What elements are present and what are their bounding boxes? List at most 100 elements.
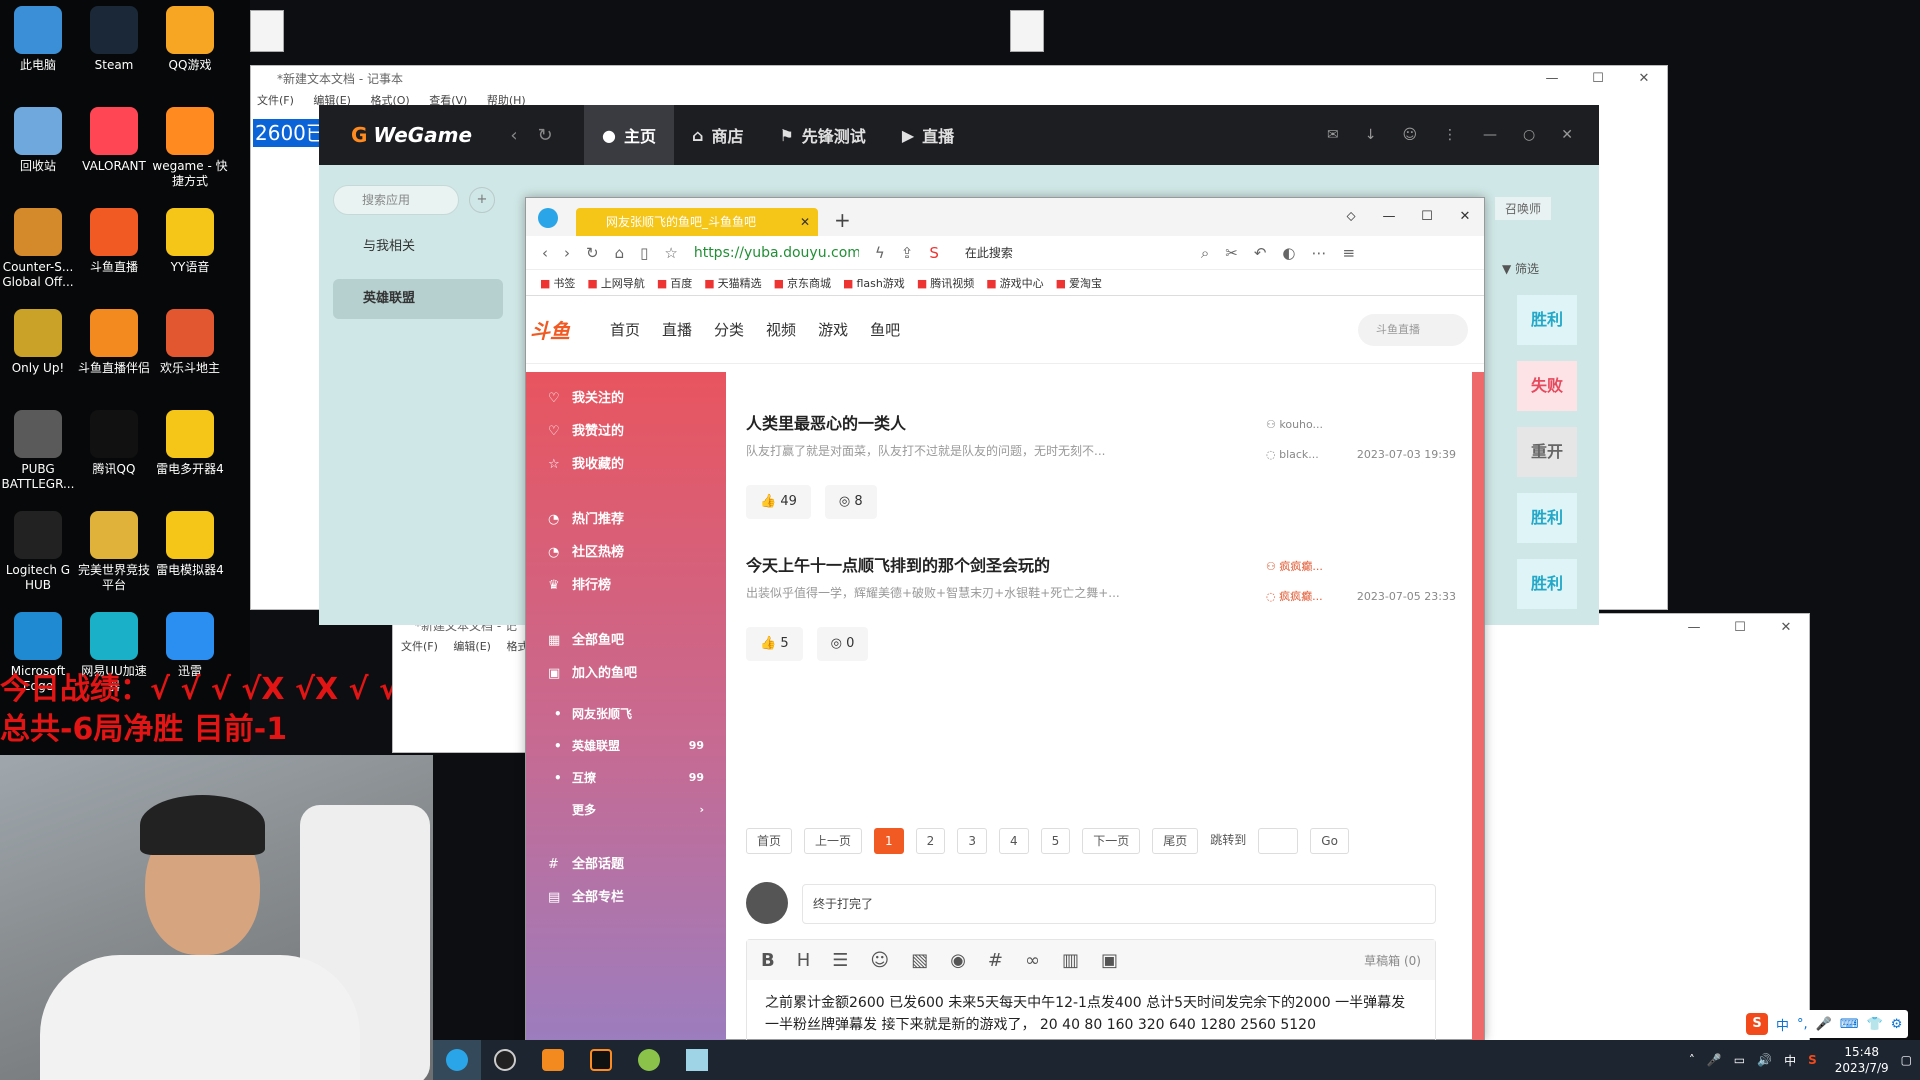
maximize-button[interactable]: ☐ — [1717, 614, 1763, 640]
volume-icon[interactable]: 🔊 — [1757, 1053, 1772, 1067]
page-prev[interactable]: 上一页 — [804, 828, 863, 854]
page-next[interactable]: 下一页 — [1082, 828, 1141, 854]
like-button[interactable]: 👍 49 — [746, 485, 811, 519]
bold-icon[interactable]: B — [761, 950, 775, 971]
link-icon[interactable]: ∞ — [1025, 950, 1040, 971]
camera-icon[interactable]: ◉ — [950, 950, 966, 971]
bookmark-item[interactable]: ■ 京东商城 — [774, 275, 831, 291]
refresh-icon[interactable]: ↻ — [538, 125, 553, 146]
desktop-icon[interactable]: Steam — [76, 0, 152, 73]
desktop-icon[interactable]: YY语音 — [152, 202, 228, 275]
sidebar-item-topics[interactable]: # 全部话题 — [526, 848, 726, 881]
desktop-icon[interactable]: 腾讯QQ — [76, 404, 152, 477]
desktop-icon[interactable]: 斗鱼直播伴侣 — [76, 303, 152, 376]
sidebar-item-columns[interactable]: ▤ 全部专栏 — [526, 881, 726, 914]
menu-edit[interactable]: 编辑(E) — [453, 640, 491, 653]
add-icon[interactable]: + — [469, 187, 495, 213]
drafts-button[interactable]: 草稿箱 (0) — [1364, 952, 1421, 969]
jump-input[interactable] — [1258, 828, 1299, 854]
bookmark-item[interactable]: ■ 百度 — [657, 275, 692, 291]
taskbar-edge-icon[interactable] — [433, 1040, 481, 1080]
sidebar-item-all-yuba[interactable]: ▦ 全部鱼吧 — [526, 624, 726, 657]
address-bar[interactable]: https://yuba.douyu.com — [694, 245, 859, 261]
gift-icon[interactable]: ✉ — [1327, 127, 1339, 143]
notepad-right-window[interactable]: — ☐ ✕ — [1484, 613, 1810, 1043]
more-icon[interactable]: ⋯ — [1312, 244, 1327, 262]
bookmark-item[interactable]: ■ 天猫精选 — [704, 275, 761, 291]
file-icon[interactable] — [1010, 10, 1044, 52]
heading-icon[interactable]: H — [797, 950, 811, 971]
reply-title-input[interactable]: 终于打完了 — [802, 884, 1436, 924]
tab-store[interactable]: ⌂ 商店 — [674, 105, 761, 165]
restore-button[interactable]: ○ — [1523, 127, 1535, 143]
hashtag-icon[interactable]: # — [988, 950, 1003, 971]
night-mode-icon[interactable]: ◐ — [1282, 244, 1295, 262]
match-result[interactable]: 胜利 — [1517, 559, 1577, 609]
minimize-button[interactable]: — — [1370, 198, 1408, 236]
browser-tab[interactable]: 网友张顺飞的鱼吧_斗鱼鱼吧 ✕ — [576, 208, 818, 236]
match-result[interactable]: 胜利 — [1517, 295, 1577, 345]
desktop-icon[interactable]: 完美世界竞技平台 — [76, 505, 152, 593]
back-arrow-icon[interactable]: ‹ — [510, 125, 517, 146]
browser-search-input[interactable]: 在此搜索 — [965, 244, 1185, 261]
close-button[interactable]: ✕ — [1763, 614, 1809, 640]
sidebar-more[interactable]: 更多 › — [526, 794, 726, 826]
bookmark-item[interactable]: ■ 爱淘宝 — [1056, 275, 1102, 291]
notification-icon[interactable]: ▢ — [1901, 1053, 1912, 1067]
sidebar-item-favorites[interactable]: ☆ 我收藏的 — [526, 448, 726, 481]
maximize-button[interactable]: ☐ — [1408, 198, 1446, 236]
desktop-icon[interactable]: QQ游戏 — [152, 0, 228, 73]
chart-icon[interactable]: ▥ — [1062, 950, 1079, 971]
desktop-icon[interactable]: 迅雷 — [152, 606, 228, 679]
editor-content[interactable]: 之前累计金额2600 已发600 未来5天每天中午12-1点发400 总计5天时… — [747, 980, 1435, 1041]
sidebar-item-trending[interactable]: ◔ 社区热榜 — [526, 536, 726, 569]
new-tab-button[interactable]: + — [834, 208, 851, 232]
sidebar-sub-item[interactable]: • 网友张顺飞 — [526, 698, 726, 730]
page-1[interactable]: 1 — [874, 828, 904, 854]
reader-icon[interactable]: ▯ — [640, 244, 648, 262]
page-2[interactable]: 2 — [915, 828, 946, 854]
nav-yuba[interactable]: 鱼吧 — [870, 319, 900, 340]
taskbar-lol-icon[interactable] — [625, 1040, 673, 1080]
more-icon[interactable]: ⋮ — [1443, 127, 1457, 143]
post-author[interactable]: ⚇ kouho... — [1266, 410, 1456, 440]
bookmark-item[interactable]: ■ 游戏中心 — [986, 275, 1043, 291]
close-button[interactable]: ✕ — [1621, 66, 1667, 92]
avatar[interactable] — [746, 882, 788, 924]
filter-button[interactable]: ▼ 筛选 — [1502, 260, 1539, 277]
lightning-icon[interactable]: ϟ — [875, 244, 885, 262]
input-lang[interactable]: 中 — [1784, 1052, 1796, 1069]
forward-icon[interactable]: › — [564, 244, 570, 262]
bookmark-item[interactable]: ■ 书签 — [540, 275, 575, 291]
search-icon[interactable]: ⌕ — [1201, 244, 1209, 262]
nav-game[interactable]: 游戏 — [818, 319, 848, 340]
bookmark-item[interactable]: ■ 上网导航 — [587, 275, 644, 291]
nav-video[interactable]: 视频 — [766, 319, 796, 340]
page-first[interactable]: 首页 — [746, 828, 793, 854]
comment-button[interactable]: ◎ 0 — [816, 627, 869, 661]
network-icon[interactable]: ▭ — [1734, 1053, 1745, 1067]
match-result[interactable]: 失败 — [1517, 361, 1577, 411]
match-result[interactable]: 胜利 — [1517, 493, 1577, 543]
home-icon[interactable]: ⌂ — [615, 244, 625, 262]
desktop-icon[interactable]: Only Up! — [0, 303, 76, 376]
desktop-icon[interactable]: Logitech G HUB — [0, 505, 76, 593]
menu-file[interactable]: 文件(F) — [257, 94, 294, 107]
close-tab-icon[interactable]: ✕ — [800, 208, 810, 236]
desktop-icon[interactable]: 回收站 — [0, 101, 76, 174]
minimize-button[interactable]: — — [1483, 127, 1497, 143]
emoji-icon[interactable]: ☺ — [870, 950, 889, 971]
download-icon[interactable]: ↓ — [1365, 127, 1377, 143]
menu-icon[interactable]: ≡ — [1343, 244, 1356, 262]
desktop-icon[interactable]: Counter-S... Global Off... — [0, 202, 76, 290]
post-editor[interactable]: B H ☰ ☺ ▧ ◉ # ∞ ▥ ▣ 草稿箱 (0) 之前累计金额2600 已… — [746, 939, 1436, 1041]
page-4[interactable]: 4 — [998, 828, 1029, 854]
reload-icon[interactable]: ↻ — [586, 244, 599, 262]
comment-button[interactable]: ◎ 8 — [824, 485, 877, 519]
sidebar-sub-item[interactable]: • 互撩 99 — [526, 762, 726, 794]
sidebar-item-following[interactable]: ♡ 我关注的 — [526, 382, 726, 415]
maximize-button[interactable]: ☐ — [1575, 66, 1621, 92]
page-scrollbar[interactable] — [1472, 372, 1484, 1041]
bookmark-item[interactable]: ■ 腾讯视频 — [917, 275, 974, 291]
sidebar-item-joined[interactable]: ▣ 加入的鱼吧 — [526, 657, 726, 690]
